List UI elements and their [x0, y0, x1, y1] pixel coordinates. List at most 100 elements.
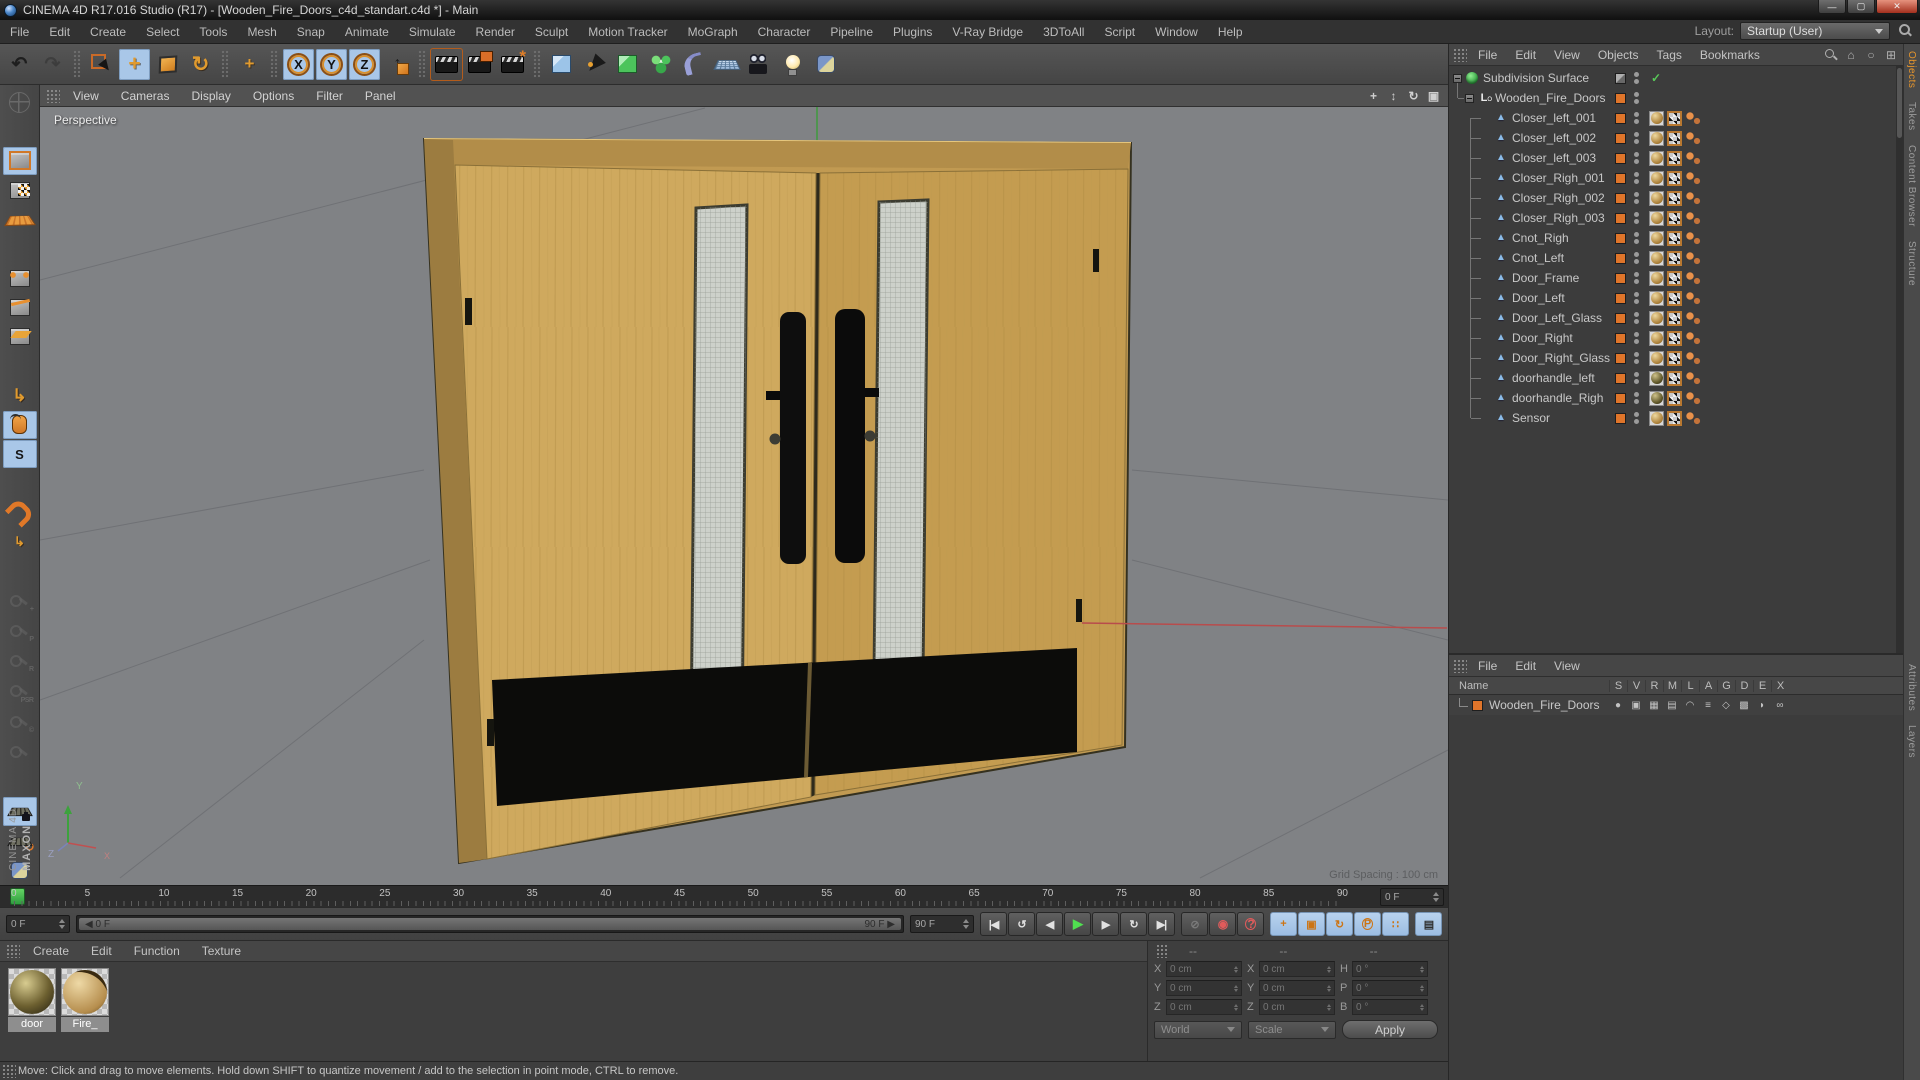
enable-axis-icon[interactable]: ↳ — [3, 381, 37, 409]
layer-color-chip[interactable] — [1615, 373, 1626, 384]
side-tab[interactable]: Layers — [1904, 718, 1919, 765]
menu-item[interactable]: Motion Tracker — [578, 20, 677, 44]
coord-input[interactable]: 0 ° — [1352, 980, 1428, 996]
primitive-cube-icon[interactable] — [546, 49, 577, 80]
search-icon[interactable] — [1898, 23, 1912, 37]
object-tree-row[interactable]: Door_Left_Glass ✓ — [1449, 308, 1903, 328]
material-item[interactable]: door — [8, 968, 56, 1032]
object-name[interactable]: Closer_Righ_002 — [1512, 188, 1605, 208]
play-cycle-button[interactable]: ↻ — [1120, 912, 1147, 936]
generator-cluster-icon[interactable] — [645, 49, 676, 80]
visibility-dots[interactable] — [1634, 132, 1639, 144]
material-thumbnail[interactable] — [61, 968, 109, 1016]
tree-expander-icon[interactable] — [1453, 74, 1462, 83]
object-name[interactable]: Sensor — [1512, 408, 1550, 428]
home-icon[interactable]: ⌂ — [1843, 47, 1859, 63]
zoom-view-icon[interactable]: ↕ — [1385, 87, 1402, 104]
spinner-arrows-icon[interactable] — [1420, 964, 1424, 975]
rotate-icon[interactable]: ↻ — [185, 49, 216, 80]
layout-dropdown[interactable]: Startup (User) — [1740, 22, 1890, 40]
tree-expander-icon[interactable] — [1465, 94, 1474, 103]
model-mode-icon[interactable] — [3, 147, 37, 175]
transform-mode-select[interactable]: Scale — [1248, 1021, 1336, 1039]
material-tag-icon[interactable] — [1649, 151, 1664, 166]
phong-tag-icon[interactable] — [1685, 271, 1701, 286]
viewport-menu-item[interactable]: Panel — [354, 89, 407, 103]
layer-color-chip[interactable] — [1615, 333, 1626, 344]
record-position-icon[interactable]: P — [3, 617, 37, 646]
layer-color-chip[interactable] — [1615, 153, 1626, 164]
menu-item[interactable]: Window — [1145, 20, 1208, 44]
object-tree-row[interactable]: Closer_Righ_003 ✓ — [1449, 208, 1903, 228]
uvw-tag-icon[interactable] — [1667, 251, 1682, 266]
material-tag-icon[interactable] — [1649, 291, 1664, 306]
object-manager-menu-item[interactable]: File — [1469, 48, 1506, 62]
uvw-tag-icon[interactable] — [1667, 271, 1682, 286]
view-label[interactable]: Perspective — [54, 113, 117, 127]
layer-color-chip[interactable] — [1615, 193, 1626, 204]
phong-tag-icon[interactable] — [1685, 391, 1701, 406]
pan-view-icon[interactable]: + — [1365, 87, 1382, 104]
menu-item[interactable]: Create — [80, 20, 136, 44]
record-parameter-icon[interactable]: © — [3, 708, 37, 737]
visibility-dots[interactable] — [1634, 172, 1639, 184]
manager-state-icon[interactable]: ▤ — [1663, 700, 1681, 711]
coord-input[interactable]: 0 cm — [1166, 999, 1242, 1015]
live-selection-icon[interactable] — [86, 49, 117, 80]
visibility-dots[interactable] — [1634, 412, 1639, 424]
menu-item[interactable]: Tools — [189, 20, 237, 44]
spinner-arrows-icon[interactable] — [1420, 983, 1424, 994]
phong-tag-icon[interactable] — [1685, 411, 1701, 426]
coord-input[interactable]: 0 ° — [1352, 961, 1428, 977]
goto-start-button[interactable]: |◀ — [980, 912, 1007, 936]
xref-state-icon[interactable]: ∞ — [1771, 700, 1789, 711]
material-tag-icon[interactable] — [1649, 131, 1664, 146]
layer-color-chip[interactable] — [1615, 233, 1626, 244]
maximize-view-icon[interactable]: ▣ — [1425, 87, 1442, 104]
material-tag-icon[interactable] — [1649, 331, 1664, 346]
layer-color-chip[interactable] — [1472, 700, 1483, 711]
material-menu-item[interactable]: Texture — [191, 944, 252, 958]
workplane-mode-icon[interactable] — [3, 205, 37, 233]
menu-item[interactable]: Snap — [287, 20, 335, 44]
uvw-tag-icon[interactable] — [1667, 291, 1682, 306]
previous-frame-button[interactable]: ◀ — [1036, 912, 1063, 936]
menu-item[interactable]: Help — [1208, 20, 1253, 44]
visibility-dots[interactable] — [1634, 312, 1639, 324]
move-icon[interactable]: + — [119, 49, 150, 80]
phong-tag-icon[interactable] — [1685, 251, 1701, 266]
filter-icon[interactable]: ○ — [1863, 47, 1879, 63]
deformer-bend-icon[interactable] — [678, 49, 709, 80]
lock-state-icon[interactable]: ◠ — [1681, 700, 1699, 711]
menu-item[interactable]: Simulate — [399, 20, 466, 44]
spinner-arrows-icon[interactable] — [963, 916, 969, 932]
layer-color-chip[interactable] — [1615, 313, 1626, 324]
lock-x-axis-icon[interactable]: X — [283, 49, 314, 80]
menu-item[interactable]: 3DToAll — [1033, 20, 1094, 44]
coord-input[interactable]: 0 cm — [1259, 961, 1335, 977]
spinner-arrows-icon[interactable] — [1327, 983, 1331, 994]
object-tree-row[interactable]: Door_Left ✓ — [1449, 288, 1903, 308]
object-name[interactable]: Cnot_Left — [1512, 248, 1564, 268]
camera-icon[interactable] — [744, 49, 775, 80]
object-tree-row[interactable]: Door_Frame ✓ — [1449, 268, 1903, 288]
object-name[interactable]: Door_Left_Glass — [1512, 308, 1602, 328]
object-manager-menu-item[interactable]: View — [1545, 48, 1589, 62]
visibility-dots[interactable] — [1634, 332, 1639, 344]
goto-end-button[interactable]: ▶| — [1148, 912, 1175, 936]
render-picture-viewer-icon[interactable] — [464, 49, 495, 80]
minimal-interface-button[interactable]: ▤ — [1415, 912, 1442, 936]
layer-name[interactable]: Wooden_Fire_Doors — [1489, 698, 1600, 712]
material-tag-icon[interactable] — [1649, 271, 1664, 286]
object-tree-row[interactable]: doorhandle_Righ ✓ — [1449, 388, 1903, 408]
search-icon[interactable] — [1823, 47, 1839, 63]
enable-snap-icon[interactable]: S — [3, 440, 37, 468]
material-tag-icon[interactable] — [1649, 111, 1664, 126]
object-tree-row[interactable]: Sensor ✓ — [1449, 408, 1903, 428]
coord-input[interactable]: 0 cm — [1259, 980, 1335, 996]
object-name[interactable]: Closer_left_003 — [1512, 148, 1596, 168]
autokeying-button[interactable]: ◉ — [1209, 912, 1236, 936]
texture-mode-icon[interactable] — [3, 176, 37, 204]
drag-handle[interactable] — [6, 944, 20, 958]
layer-color-chip[interactable] — [1615, 293, 1626, 304]
